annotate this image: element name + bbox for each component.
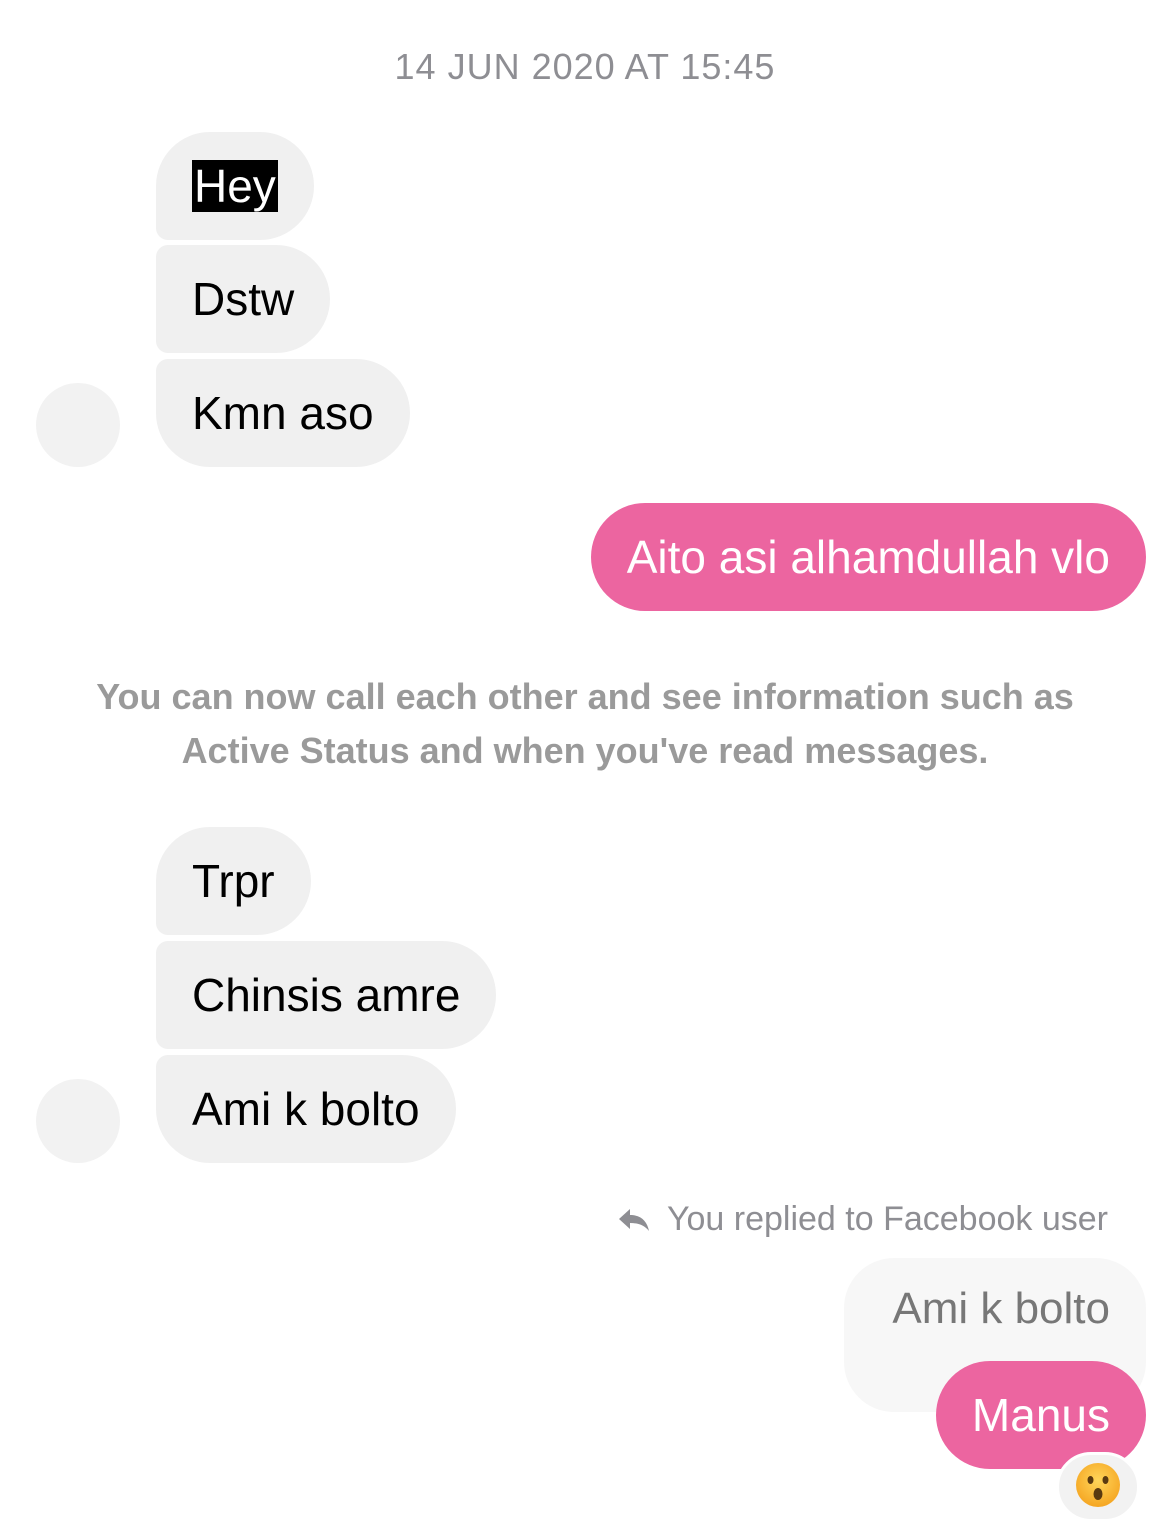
sender-avatar[interactable] [36,1079,120,1163]
astonished-face-icon [1074,1461,1122,1514]
message-reaction[interactable] [1056,1452,1140,1522]
incoming-message[interactable]: Chinsis amre [156,941,497,1049]
incoming-message[interactable]: Hey [156,132,314,240]
incoming-message[interactable]: Dstw [156,245,331,353]
incoming-message[interactable]: Kmn aso [156,359,410,467]
incoming-message[interactable]: Ami k bolto [156,1055,456,1163]
reply-label-text: You replied to Facebook user [666,1200,1108,1238]
message-text-selected: Hey [192,160,278,212]
sender-avatar[interactable] [36,383,120,467]
system-notice: You can now call each other and see info… [96,676,1074,771]
outgoing-message[interactable]: Aito asi alhamdullah vlo [590,503,1146,611]
reply-arrow-icon [617,1207,651,1233]
message-timestamp: 14 JUN 2020 AT 15:45 [394,46,776,87]
reply-context-label: You replied to Facebook user [617,1200,1108,1239]
incoming-message[interactable]: Trpr [156,827,311,935]
